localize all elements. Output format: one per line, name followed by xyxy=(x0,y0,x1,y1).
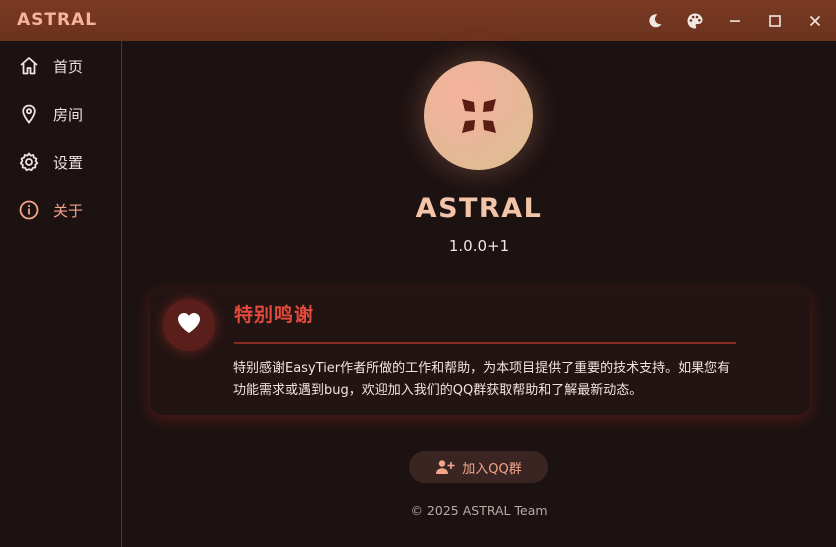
sidebar-item-room[interactable]: 房间 xyxy=(0,93,121,133)
app-window: ASTRAL 首页 房间 设置 关于 ASTRAL 1.0.0+1 特别鸣谢 特… xyxy=(0,0,836,547)
thanks-text: 特别感谢EasyTier作者所做的工作和帮助，为本项目提供了重要的技术支持。如果… xyxy=(233,358,798,402)
close-button[interactable] xyxy=(802,8,828,34)
thanks-text-line: 功能需求或遇到bug，欢迎加入我们的QQ群获取帮助和了解最新动态。 xyxy=(233,383,643,398)
sidebar-item-label: 关于 xyxy=(53,202,84,220)
sidebar-item-home[interactable]: 首页 xyxy=(0,45,121,85)
palette-icon xyxy=(686,12,704,30)
sidebar-item-settings[interactable]: 设置 xyxy=(0,141,121,181)
app-version: 1.0.0+1 xyxy=(448,237,510,255)
sidebar-item-label: 首页 xyxy=(53,58,84,76)
sidebar-item-about[interactable]: 关于 xyxy=(0,189,121,229)
thanks-text-line: 特别感谢EasyTier作者所做的工作和帮助，为本项目提供了重要的技术支持。如果… xyxy=(233,361,731,376)
thanks-card: 特别鸣谢 特别感谢EasyTier作者所做的工作和帮助，为本项目提供了重要的技术… xyxy=(150,289,810,415)
app-logo xyxy=(424,61,533,170)
home-icon xyxy=(18,55,40,77)
minimize-button[interactable] xyxy=(722,8,748,34)
sidebar: 首页 房间 设置 关于 xyxy=(0,41,122,547)
sidebar-item-label: 设置 xyxy=(53,154,84,172)
group-add-icon xyxy=(435,459,455,475)
join-qq-group-label: 加入QQ群 xyxy=(462,461,522,477)
minimize-icon xyxy=(728,14,742,28)
heart-icon xyxy=(176,311,202,339)
heart-badge xyxy=(163,299,215,351)
app-name: ASTRAL xyxy=(415,193,543,224)
about-page: ASTRAL 1.0.0+1 特别鸣谢 特别感谢EasyTier作者所做的工作和… xyxy=(122,41,836,547)
thanks-title: 特别鸣谢 xyxy=(234,304,315,326)
location-pin-icon xyxy=(18,103,40,125)
title-bar[interactable]: ASTRAL xyxy=(0,0,836,41)
theme-mode-button[interactable] xyxy=(642,8,668,34)
palette-button[interactable] xyxy=(682,8,708,34)
info-icon xyxy=(18,199,40,221)
maximize-icon xyxy=(768,14,782,28)
app-title: ASTRAL xyxy=(17,10,98,30)
maximize-button[interactable] xyxy=(762,8,788,34)
copyright: © 2025 ASTRAL Team xyxy=(410,503,548,518)
sidebar-item-label: 房间 xyxy=(53,106,84,124)
gear-icon xyxy=(18,151,40,173)
join-qq-group-button[interactable]: 加入QQ群 xyxy=(409,451,548,483)
divider xyxy=(234,342,736,344)
moon-icon xyxy=(647,13,663,29)
close-icon xyxy=(808,14,822,28)
